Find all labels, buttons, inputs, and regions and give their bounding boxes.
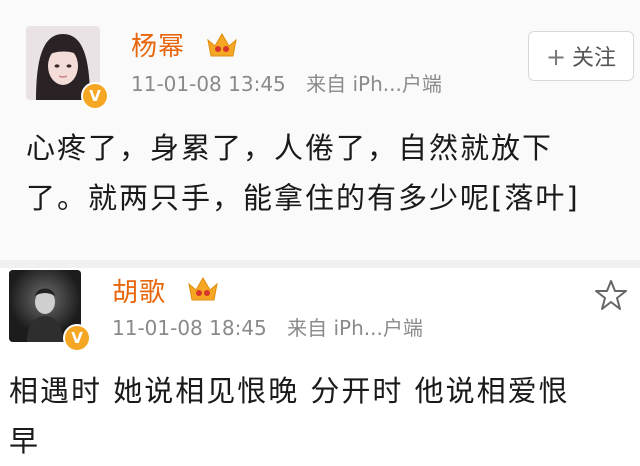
post-source: 来自 iPh...户端 — [287, 316, 423, 340]
plus-icon: + — [545, 43, 567, 71]
star-icon[interactable] — [594, 278, 628, 312]
content-line: 心疼了，身累了，人倦了，自然就放下 — [26, 131, 554, 165]
post-meta: 11-01-08 18:45 来自 iPh...户端 — [112, 312, 437, 341]
username[interactable]: 杨幂 — [131, 26, 185, 63]
verified-icon: V — [81, 82, 109, 110]
divider — [0, 260, 640, 268]
username[interactable]: 胡歌 — [112, 272, 166, 309]
content-line: 相遇时 她说相见恨晚 分开时 他说相爱恨 — [9, 374, 570, 408]
content-line: 了。就两只手，能拿住的有多少呢[落叶] — [26, 181, 580, 215]
post-card-huge: V 胡歌 11-01-08 18:45 来自 iPh...户端 相遇时 她说相见… — [0, 268, 640, 458]
verified-icon: V — [63, 324, 91, 352]
post-content: 心疼了，身累了，人倦了，自然就放下 了。就两只手，能拿住的有多少呢[落叶] — [26, 123, 580, 223]
post-card-yangmi: V 杨幂 11-01-08 13:45 来自 iPh...户端 + 关注 心疼了，… — [0, 0, 640, 262]
crown-icon — [188, 277, 218, 301]
post-time: 11-01-08 18:45 — [112, 316, 267, 340]
post-time: 11-01-08 13:45 — [131, 72, 286, 96]
post-meta: 11-01-08 13:45 来自 iPh...户端 — [131, 68, 456, 97]
content-line: 早 — [9, 424, 41, 458]
follow-button[interactable]: + 关注 — [528, 31, 634, 81]
post-content: 相遇时 她说相见恨晚 分开时 他说相爱恨 早 — [9, 366, 570, 466]
crown-icon — [207, 33, 237, 57]
follow-label: 关注 — [572, 46, 617, 71]
post-source: 来自 iPh...户端 — [306, 72, 442, 96]
